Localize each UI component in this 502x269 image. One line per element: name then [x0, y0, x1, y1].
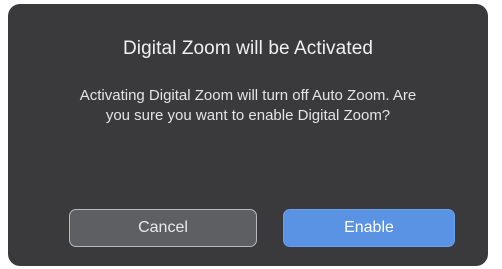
cancel-button[interactable]: Cancel — [69, 209, 257, 247]
dialog-title: Digital Zoom will be Activated — [122, 38, 374, 59]
dialog-message: Activating Digital Zoom will turn off Au… — [79, 87, 417, 124]
enable-button-label: Enable — [344, 219, 394, 236]
enable-button[interactable]: Enable — [283, 209, 455, 247]
cancel-button-label: Cancel — [138, 219, 188, 236]
confirm-dialog: Digital Zoom will be Activated Activatin… — [8, 4, 488, 266]
